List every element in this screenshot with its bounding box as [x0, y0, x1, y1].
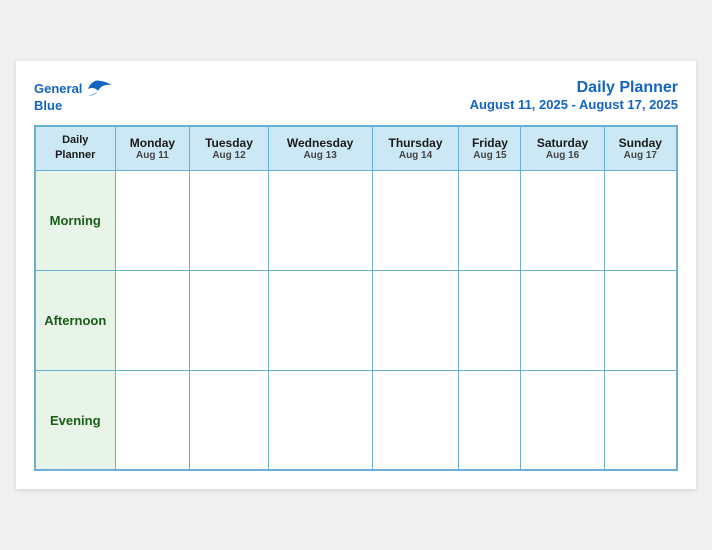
- header-tuesday: Tuesday Aug 12: [190, 126, 268, 170]
- cell-morning-tuesday[interactable]: [190, 170, 268, 270]
- logo-area: General Blue: [34, 79, 114, 113]
- header-saturday: Saturday Aug 16: [521, 126, 604, 170]
- header-row: Daily Planner Monday Aug 11 Tuesday Aug …: [35, 126, 677, 170]
- row-label-evening: Evening: [35, 370, 115, 470]
- cell-evening-tuesday[interactable]: [190, 370, 268, 470]
- planner-container: General Blue Daily Planner August 11, 20…: [16, 61, 696, 490]
- cell-evening-friday[interactable]: [459, 370, 521, 470]
- cell-evening-wednesday[interactable]: [268, 370, 372, 470]
- header-sunday: Sunday Aug 17: [604, 126, 677, 170]
- cell-morning-saturday[interactable]: [521, 170, 604, 270]
- cell-morning-wednesday[interactable]: [268, 170, 372, 270]
- row-label-morning: Morning: [35, 170, 115, 270]
- cell-morning-thursday[interactable]: [372, 170, 459, 270]
- planner-table: Daily Planner Monday Aug 11 Tuesday Aug …: [34, 125, 678, 471]
- cell-evening-thursday[interactable]: [372, 370, 459, 470]
- cell-morning-monday[interactable]: [115, 170, 190, 270]
- cell-afternoon-saturday[interactable]: [521, 270, 604, 370]
- header-thursday: Thursday Aug 14: [372, 126, 459, 170]
- main-title: Daily Planner: [470, 79, 678, 97]
- header: General Blue Daily Planner August 11, 20…: [34, 79, 678, 113]
- cell-morning-sunday[interactable]: [604, 170, 677, 270]
- header-wednesday: Wednesday Aug 13: [268, 126, 372, 170]
- row-afternoon: Afternoon: [35, 270, 677, 370]
- cell-afternoon-tuesday[interactable]: [190, 270, 268, 370]
- table-body: Morning Afternoon Evening: [35, 170, 677, 470]
- cell-afternoon-monday[interactable]: [115, 270, 190, 370]
- header-cell-label: Daily Planner: [35, 126, 115, 170]
- cell-afternoon-friday[interactable]: [459, 270, 521, 370]
- title-area: Daily Planner August 11, 2025 - August 1…: [470, 79, 678, 112]
- cell-morning-friday[interactable]: [459, 170, 521, 270]
- cell-evening-sunday[interactable]: [604, 370, 677, 470]
- table-header: Daily Planner Monday Aug 11 Tuesday Aug …: [35, 126, 677, 170]
- cell-afternoon-sunday[interactable]: [604, 270, 677, 370]
- logo-text: General: [34, 82, 82, 96]
- row-label-afternoon: Afternoon: [35, 270, 115, 370]
- header-friday: Friday Aug 15: [459, 126, 521, 170]
- cell-afternoon-thursday[interactable]: [372, 270, 459, 370]
- cell-evening-monday[interactable]: [115, 370, 190, 470]
- logo-bird-icon: [86, 79, 114, 99]
- row-morning: Morning: [35, 170, 677, 270]
- date-range: August 11, 2025 - August 17, 2025: [470, 97, 678, 112]
- logo-general: General: [34, 81, 82, 96]
- cell-afternoon-wednesday[interactable]: [268, 270, 372, 370]
- header-monday: Monday Aug 11: [115, 126, 190, 170]
- row-evening: Evening: [35, 370, 677, 470]
- logo-blue: Blue: [34, 99, 62, 113]
- cell-evening-saturday[interactable]: [521, 370, 604, 470]
